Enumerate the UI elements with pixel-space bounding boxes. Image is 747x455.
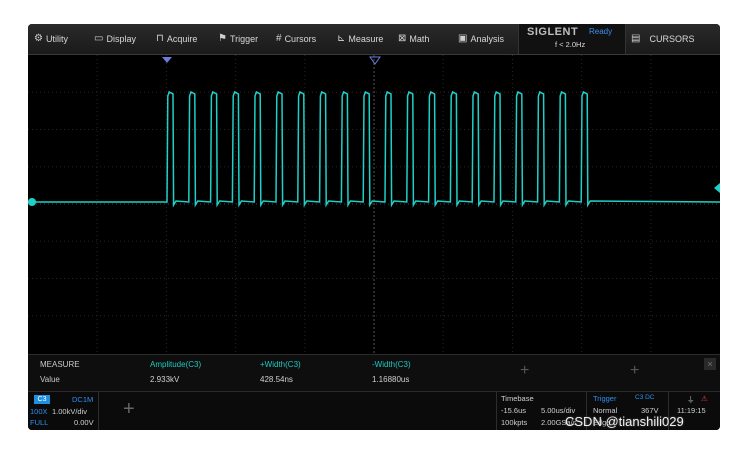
trigger-title: Trigger	[593, 394, 617, 403]
gear-icon: ⚙	[34, 33, 43, 44]
menu-utility-label: Utility	[45, 34, 68, 44]
list-icon: ▤	[631, 33, 641, 44]
menu-trigger-label: Trigger	[229, 34, 259, 44]
trigger-source: C3 DC	[635, 394, 655, 401]
measure-col-neg-width[interactable]: -Width(C3)	[372, 360, 411, 369]
measure-value-amplitude: 2.933kV	[150, 375, 180, 384]
frequency-readout: f < 2.0Hz	[555, 40, 586, 49]
add-measure-plus-icon[interactable]: +	[630, 362, 639, 380]
math-icon: ⊠	[398, 33, 407, 44]
analysis-icon: ▣	[458, 33, 468, 44]
measure-title: MEASURE	[40, 360, 80, 369]
menu-cursors-panel-label: CURSORS	[649, 34, 695, 44]
network-alert-icon: ⚠	[701, 394, 708, 403]
channel-scale: 1.00kV/div	[52, 407, 88, 416]
menu-cursors[interactable]: # Cursors	[276, 24, 316, 54]
menu-cursors-panel[interactable]: ▤ CURSORS	[631, 24, 694, 54]
channel-badge: C3	[34, 395, 50, 404]
menu-display[interactable]: ▭ Display	[94, 24, 136, 54]
status-panel: SIGLENT Ready f < 2.0Hz	[518, 24, 626, 54]
waveform-display[interactable]	[28, 55, 720, 353]
watermark-text: CSDN @tianshili029	[565, 414, 684, 429]
channel-offset: 0.00V	[74, 418, 94, 427]
monitor-icon: ▭	[94, 33, 104, 44]
flag-icon: ⚑	[218, 33, 227, 44]
menu-bar: ⚙ Utility ▭ Display ⊓ Acquire ⚑ Trigger …	[28, 24, 720, 55]
center-time-marker	[369, 56, 381, 65]
channel-ground-marker	[28, 198, 36, 206]
usb-icon: ⏚	[687, 395, 695, 404]
measure-panel[interactable]: MEASURE Value Amplitude(C3) 2.933kV +Wid…	[28, 354, 720, 391]
measure-col-pos-width[interactable]: +Width(C3)	[260, 360, 301, 369]
graticule	[28, 55, 720, 353]
menu-display-label: Display	[106, 34, 136, 44]
close-icon[interactable]: ×	[704, 358, 716, 370]
channel-probe: 100X	[30, 407, 48, 416]
oscilloscope-screen: ⚙ Utility ▭ Display ⊓ Acquire ⚑ Trigger …	[28, 24, 720, 430]
menu-acquire-label: Acquire	[166, 34, 198, 44]
measure-value-neg-width: 1.16880us	[372, 375, 410, 384]
acquire-icon: ⊓	[156, 33, 164, 44]
menu-trigger[interactable]: ⚑ Trigger	[218, 24, 258, 54]
channel-coupling: DC1M	[72, 395, 94, 404]
menu-acquire[interactable]: ⊓ Acquire	[156, 24, 197, 54]
timebase-memory: 100kpts	[501, 418, 528, 427]
add-channel-plus-icon[interactable]: +	[123, 398, 135, 421]
menu-cursors-label: Cursors	[284, 34, 317, 44]
add-channel-box[interactable]: +	[98, 392, 167, 430]
add-measure-plus-icon[interactable]: +	[520, 362, 529, 380]
timebase-title: Timebase	[501, 394, 534, 403]
measure-value-pos-width: 428.54ns	[260, 375, 293, 384]
timebase-delay: -15.6us	[501, 406, 527, 415]
measure-icon: ⊾	[337, 33, 346, 44]
menu-analysis[interactable]: ▣ Analysis	[458, 24, 504, 54]
hash-icon: #	[276, 33, 282, 44]
run-state: Ready	[589, 27, 613, 36]
brand-logo: SIGLENT	[527, 26, 579, 38]
menu-measure-label: Measure	[348, 34, 384, 44]
channel-3-box[interactable]: C3 DC1M 100X 1.00kV/div FULL 0.00V	[28, 392, 98, 430]
menu-analysis-label: Analysis	[470, 34, 504, 44]
menu-measure[interactable]: ⊾ Measure	[337, 24, 383, 54]
menu-math-label: Math	[409, 34, 430, 44]
channel-bandwidth: FULL	[30, 418, 49, 427]
menu-math[interactable]: ⊠ Math	[398, 24, 429, 54]
trigger-position-marker	[162, 57, 172, 63]
measure-row-label: Value	[40, 375, 60, 384]
trigger-level-marker	[714, 183, 720, 193]
menu-utility[interactable]: ⚙ Utility	[34, 24, 68, 54]
measure-col-amplitude[interactable]: Amplitude(C3)	[150, 360, 201, 369]
